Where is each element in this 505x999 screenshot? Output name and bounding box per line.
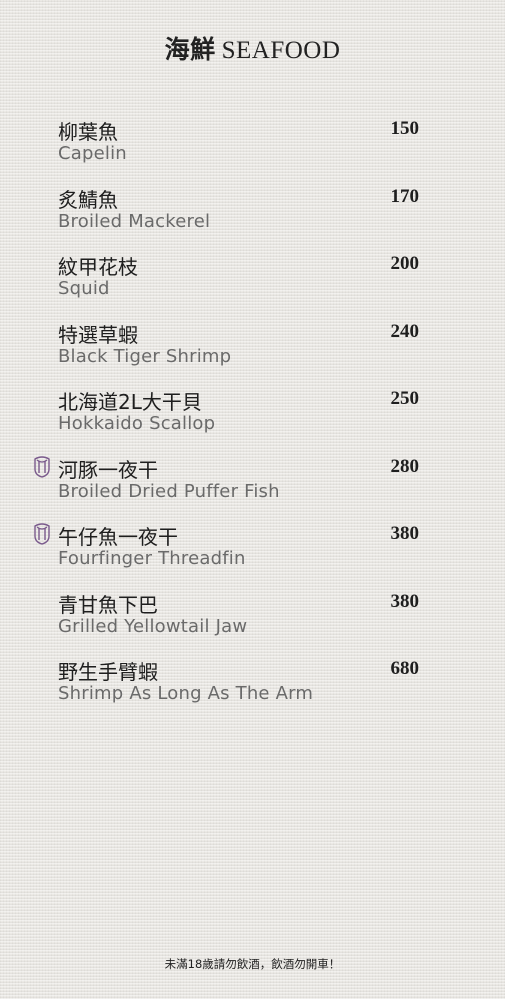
- item-name-zh: 青甘魚下巴: [58, 592, 158, 617]
- item-name-zh: 炙鯖魚: [58, 187, 118, 212]
- menu-item-list: 柳葉魚 Capelin 150 炙鯖魚 Broiled Mackerel 170…: [0, 116, 505, 724]
- item-name-en: Capelin: [58, 143, 127, 164]
- item-name-zh: 午仔魚一夜干: [58, 525, 178, 549]
- menu-item: 野生手臂蝦 Shrimp As Long As The Arm 680: [0, 656, 505, 724]
- item-name-zh: 紋甲花枝: [58, 255, 138, 279]
- item-name-zh: 野生手臂蝦: [58, 660, 158, 684]
- item-price: 250: [390, 388, 420, 409]
- item-price: 280: [390, 455, 420, 477]
- item-price: 240: [390, 320, 420, 342]
- menu-title: 海鮮 SEAFOOD: [0, 30, 505, 66]
- menu-item: 紋甲花枝 Squid 200: [0, 251, 505, 319]
- menu-title-zh: 海鮮: [164, 35, 216, 64]
- item-name-zh: 特選草蝦: [58, 322, 138, 347]
- menu-item: 柳葉魚 Capelin 150: [0, 116, 505, 184]
- item-name-en: Hokkaido Scallop: [58, 413, 216, 434]
- recommended-crest-icon: [32, 455, 52, 478]
- recommended-crest-icon: [32, 523, 52, 545]
- menu-item: 青甘魚下巴 Grilled Yellowtail Jaw 380: [0, 589, 505, 657]
- item-name-en: Grilled Yellowtail Jaw: [58, 615, 248, 637]
- item-name-zh: 河豚一夜干: [58, 457, 158, 482]
- item-name-en: Shrimp As Long As The Arm: [58, 683, 314, 704]
- item-price: 380: [390, 523, 420, 544]
- menu-item: 炙鯖魚 Broiled Mackerel 170: [0, 184, 505, 252]
- item-name-zh: 北海道2L大干貝: [58, 390, 202, 414]
- menu-title-en: SEAFOOD: [221, 37, 341, 64]
- alcohol-warning: 未滿18歲請勿飲酒，飲酒勿開車！: [164, 957, 341, 971]
- menu-item: 北海道2L大干貝 Hokkaido Scallop 250: [0, 386, 505, 454]
- item-name-en: Squid: [58, 278, 110, 299]
- item-name-en: Fourfinger Threadfin: [58, 548, 246, 569]
- item-price: 200: [390, 253, 420, 274]
- menu-item: 午仔魚一夜干 Fourfinger Threadfin 380: [0, 521, 505, 589]
- item-price: 680: [390, 658, 420, 679]
- item-name-zh: 柳葉魚: [58, 120, 118, 144]
- menu-item: 特選草蝦 Black Tiger Shrimp 240: [0, 319, 505, 387]
- item-name-en: Black Tiger Shrimp: [58, 345, 232, 367]
- item-price: 380: [390, 590, 420, 612]
- item-name-en: Broiled Dried Puffer Fish: [58, 480, 280, 502]
- item-price: 150: [390, 118, 420, 139]
- item-price: 170: [390, 185, 420, 207]
- item-name-en: Broiled Mackerel: [58, 210, 211, 232]
- menu-item: 河豚一夜干 Broiled Dried Puffer Fish 280: [0, 454, 505, 522]
